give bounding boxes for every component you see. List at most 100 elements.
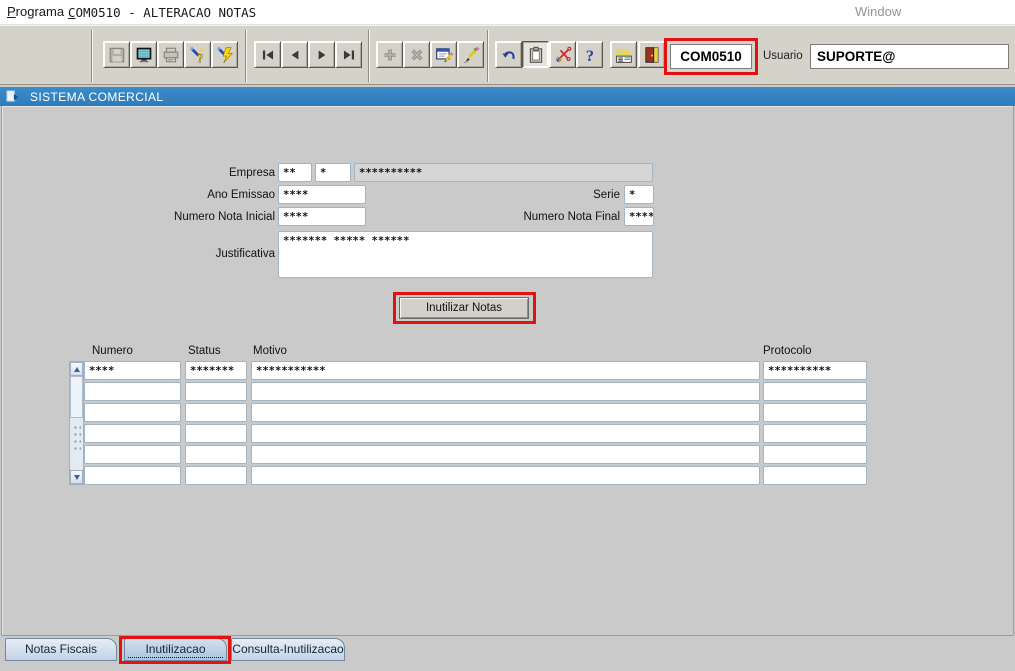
- cut-scissors-icon: [554, 46, 572, 64]
- col-header-motivo: Motivo: [253, 345, 287, 357]
- table-cell[interactable]: [763, 382, 867, 401]
- table-cell[interactable]: [763, 424, 867, 443]
- triangle-down-icon: [74, 475, 80, 480]
- table-cell[interactable]: [84, 424, 181, 443]
- delete-record-button[interactable]: [403, 41, 430, 68]
- empresa-code-field[interactable]: **: [278, 163, 312, 182]
- next-record-button[interactable]: [308, 41, 335, 68]
- window-title: SISTEMA COMERCIAL: [30, 90, 164, 104]
- table-cell[interactable]: [251, 424, 760, 443]
- menu-programa[interactable]: Programa: [7, 4, 64, 19]
- menu-icon: Menu: [615, 46, 633, 64]
- toolbar-separator: [245, 30, 247, 82]
- tab-bar: Notas Fiscais Inutilizacao Consulta-Inut…: [0, 636, 1015, 671]
- justificativa-label: Justificativa: [175, 248, 275, 260]
- table-cell[interactable]: [251, 466, 760, 485]
- toolbar-separator: [368, 30, 370, 82]
- tab-consulta-inutilizacao[interactable]: Consulta-Inutilizacao: [231, 638, 345, 661]
- tab-notas-fiscais[interactable]: Notas Fiscais: [5, 638, 117, 661]
- table-cell[interactable]: ***********: [251, 361, 760, 380]
- save-button[interactable]: [103, 41, 130, 68]
- undo-button[interactable]: [495, 41, 522, 68]
- numero-nota-final-label: Numero Nota Final: [490, 211, 620, 223]
- cut-button[interactable]: [549, 41, 576, 68]
- usuario-label: Usuario: [763, 50, 803, 62]
- next-record-icon: [313, 46, 331, 64]
- toolbar-separator: [487, 30, 489, 82]
- table-cell[interactable]: [84, 403, 181, 422]
- last-record-button[interactable]: [335, 41, 362, 68]
- exit-door-icon: [643, 46, 661, 64]
- empresa-name-field: **********: [354, 163, 653, 182]
- print-button[interactable]: [157, 41, 184, 68]
- edit-window-button[interactable]: [430, 41, 457, 68]
- serie-field[interactable]: *: [624, 185, 654, 204]
- inutilizar-notas-button[interactable]: Inutilizar Notas: [399, 297, 529, 319]
- window-title-bar: SISTEMA COMERCIAL: [0, 87, 1015, 106]
- menu-bar: Programa COM0510 - ALTERACAO NOTAS Windo…: [0, 0, 1015, 25]
- table-cell[interactable]: [84, 466, 181, 485]
- wand-lightning-icon: [216, 46, 234, 64]
- justificativa-field[interactable]: ******* ***** ******: [278, 231, 653, 278]
- clear-pencil-icon: [462, 46, 480, 64]
- numero-nota-inicial-field[interactable]: ****: [278, 207, 366, 226]
- table-cell[interactable]: [185, 424, 247, 443]
- application-window: Programa COM0510 - ALTERACAO NOTAS Windo…: [0, 0, 1015, 671]
- col-header-numero: Numero: [92, 345, 133, 357]
- table-cell[interactable]: [763, 445, 867, 464]
- menu-button[interactable]: Menu: [610, 41, 637, 68]
- numero-nota-final-field[interactable]: ****: [624, 207, 654, 226]
- table-cell[interactable]: [185, 466, 247, 485]
- table-cell[interactable]: [84, 445, 181, 464]
- empresa-digit-field[interactable]: *: [315, 163, 351, 182]
- last-record-icon: [340, 46, 358, 64]
- ano-emissao-field[interactable]: ****: [278, 185, 366, 204]
- program-code-field[interactable]: COM0510: [670, 44, 752, 69]
- execute-button[interactable]: [211, 41, 238, 68]
- clear-field-button[interactable]: [457, 41, 484, 68]
- triangle-up-icon: [74, 367, 80, 372]
- col-header-protocolo: Protocolo: [763, 345, 812, 357]
- tab-inutilizacao[interactable]: Inutilizacao: [124, 638, 227, 661]
- undo-icon: [500, 46, 518, 64]
- table-cell[interactable]: [185, 403, 247, 422]
- exit-button[interactable]: [638, 41, 665, 68]
- save-icon: [108, 46, 126, 64]
- first-record-button[interactable]: [254, 41, 281, 68]
- toolbar-separator: [91, 30, 93, 82]
- svg-text:Menu: Menu: [616, 46, 631, 55]
- empresa-label: Empresa: [175, 167, 275, 179]
- query-button[interactable]: ?: [184, 41, 211, 68]
- scroll-up-button[interactable]: [70, 362, 83, 376]
- table-scrollbar[interactable]: [69, 361, 84, 485]
- print-icon: [162, 46, 180, 64]
- table-cell[interactable]: [251, 382, 760, 401]
- scrollbar-dots: [73, 424, 81, 452]
- scroll-down-button[interactable]: [70, 470, 83, 484]
- col-header-status: Status: [188, 345, 221, 357]
- add-record-icon: [381, 46, 399, 64]
- svg-text:?: ?: [197, 51, 203, 64]
- table-cell[interactable]: [185, 382, 247, 401]
- table-cell[interactable]: [251, 403, 760, 422]
- menu-program-title: COM0510 - ALTERACAO NOTAS: [68, 5, 256, 20]
- table-cell[interactable]: [251, 445, 760, 464]
- table-cell[interactable]: [84, 382, 181, 401]
- previous-record-button[interactable]: [281, 41, 308, 68]
- table-cell[interactable]: ****: [84, 361, 181, 380]
- scrollbar-thumb[interactable]: [70, 376, 83, 418]
- help-button[interactable]: ?: [576, 41, 603, 68]
- table-cell[interactable]: [763, 466, 867, 485]
- clipboard-icon: [527, 46, 545, 64]
- edit-window-icon: [435, 46, 453, 64]
- table-cell[interactable]: [763, 403, 867, 422]
- display-button[interactable]: [130, 41, 157, 68]
- table-cell[interactable]: *******: [185, 361, 247, 380]
- clipboard-button[interactable]: [522, 41, 549, 68]
- table-cell[interactable]: **********: [763, 361, 867, 380]
- usuario-field[interactable]: SUPORTE@: [810, 44, 1009, 69]
- first-record-icon: [259, 46, 277, 64]
- menu-window[interactable]: Window: [855, 4, 901, 19]
- table-cell[interactable]: [185, 445, 247, 464]
- add-record-button[interactable]: [376, 41, 403, 68]
